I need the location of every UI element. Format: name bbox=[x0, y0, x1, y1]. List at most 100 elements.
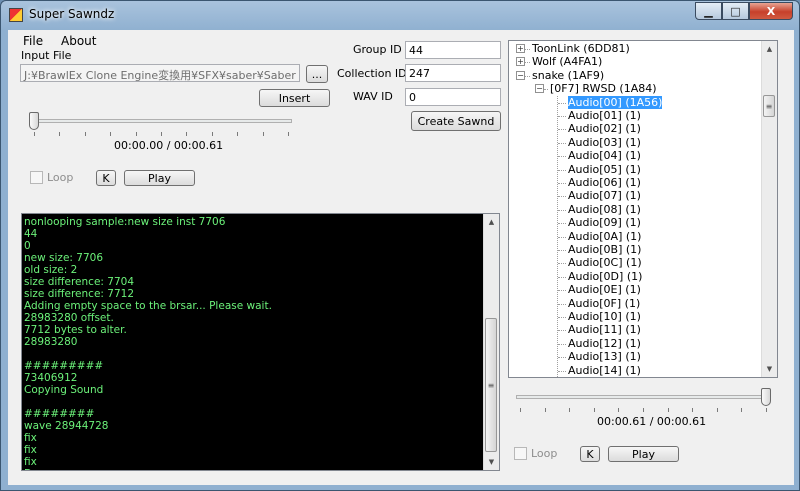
tree-audio-item[interactable]: Audio[0C] (1) bbox=[568, 256, 642, 269]
console-line: ######## bbox=[24, 408, 95, 420]
console-scroll-thumb[interactable]: ≡ bbox=[485, 318, 497, 452]
tree-connector bbox=[558, 156, 566, 158]
window-controls: ▁ □ X bbox=[695, 2, 793, 20]
console-line: 7712 bytes to alter. bbox=[24, 324, 127, 336]
tree-node[interactable]: snake (1AF9) bbox=[532, 69, 604, 82]
input-file-label: Input File bbox=[21, 49, 72, 62]
tree-audio-item[interactable]: Audio[00] (1A56) bbox=[566, 94, 664, 110]
slider-tick bbox=[84, 132, 86, 136]
menu-about[interactable]: About bbox=[61, 34, 96, 48]
tree-audio-item[interactable]: Audio[07] (1) bbox=[568, 189, 641, 202]
tree-audio-item[interactable]: Audio[06] (1) bbox=[568, 176, 641, 189]
console-line: old size: 2 bbox=[24, 264, 78, 276]
tree-audio-item[interactable]: Audio[01] (1) bbox=[568, 109, 641, 122]
slider-tick bbox=[110, 132, 112, 136]
tree-audio-item[interactable]: Audio[0D] (1) bbox=[568, 270, 642, 283]
tree-audio-item[interactable]: Audio[14] (1) bbox=[568, 364, 641, 377]
tree-audio-item[interactable]: Audio[0A] (1) bbox=[568, 230, 641, 243]
input-file-path-field[interactable]: J:¥BrawlEx Clone Engine変換用¥SFX¥saber¥Sab… bbox=[20, 64, 300, 82]
collapse-icon[interactable]: − bbox=[516, 70, 525, 80]
insert-button[interactable]: Insert bbox=[259, 89, 330, 107]
tree-audio-item[interactable]: Audio[08] (1) bbox=[568, 203, 641, 216]
tree-audio-item[interactable]: Audio[0B] (1) bbox=[568, 243, 641, 256]
slider-tick bbox=[716, 408, 718, 412]
tree-node[interactable]: ToonLink (6DD81) bbox=[532, 42, 630, 55]
left-rewind-button[interactable]: K bbox=[96, 170, 116, 186]
tree-audio-item[interactable]: Audio[10] (1) bbox=[568, 310, 641, 323]
tree-connector bbox=[558, 102, 566, 104]
tree-connector bbox=[525, 75, 530, 77]
tree-connector bbox=[544, 89, 548, 91]
tree-scroll-down-arrow-icon[interactable]: ▼ bbox=[762, 361, 777, 377]
browse-button[interactable]: ... bbox=[306, 65, 328, 83]
collapse-icon[interactable]: − bbox=[535, 84, 544, 94]
wav-id-label: WAV ID bbox=[353, 90, 393, 103]
tree-connector bbox=[558, 263, 566, 265]
right-loop-label: Loop bbox=[531, 447, 558, 460]
group-id-field[interactable]: 44 bbox=[405, 41, 501, 59]
tree-scrollbar[interactable]: ▲ ≡ ▼ bbox=[761, 41, 777, 377]
tree-connector bbox=[525, 62, 530, 64]
slider-tick bbox=[618, 408, 620, 412]
tree-node-rwsd[interactable]: [0F7] RWSD (1A84) bbox=[550, 82, 657, 95]
right-play-button[interactable]: Play bbox=[608, 446, 679, 462]
expand-icon[interactable]: + bbox=[516, 44, 525, 53]
console-line: 73406912 bbox=[24, 372, 78, 384]
console-line: 28983280 offset. bbox=[24, 312, 114, 324]
close-button[interactable]: X bbox=[749, 2, 793, 20]
slider-tick bbox=[59, 132, 61, 136]
tree-scroll-thumb[interactable]: ≡ bbox=[763, 95, 775, 117]
right-seek-slider[interactable] bbox=[761, 388, 771, 406]
tree-connector bbox=[558, 303, 566, 305]
tree-audio-item[interactable]: Audio[0F] (1) bbox=[568, 297, 640, 310]
console-scrollbar[interactable]: ▲ ≡ ▼ bbox=[483, 214, 499, 470]
left-loop-checkbox[interactable] bbox=[30, 171, 43, 184]
tree-audio-item[interactable]: Audio[03] (1) bbox=[568, 136, 641, 149]
slider-tick bbox=[643, 408, 644, 412]
tree-connector bbox=[558, 183, 566, 184]
expand-icon[interactable]: + bbox=[516, 57, 525, 67]
right-loop-checkbox[interactable] bbox=[514, 447, 527, 460]
tree-audio-item[interactable]: Audio[02] (1) bbox=[568, 122, 641, 135]
left-play-button[interactable]: Play bbox=[124, 170, 195, 186]
right-seek-track bbox=[516, 395, 770, 399]
slider-tick bbox=[211, 132, 213, 136]
tree-audio-item[interactable]: Audio[09] (1) bbox=[568, 216, 641, 229]
window-title: Super Sawndz bbox=[29, 7, 115, 21]
maximize-button[interactable]: □ bbox=[722, 2, 749, 20]
slider-tick bbox=[544, 408, 546, 412]
tree-connector bbox=[558, 142, 566, 144]
tree-audio-item[interactable]: Audio[04] (1) bbox=[568, 149, 641, 162]
tree-connector bbox=[558, 236, 566, 238]
scroll-up-arrow-icon[interactable]: ▲ bbox=[484, 214, 499, 230]
minimize-button[interactable]: ▁ bbox=[695, 2, 722, 20]
create-sawnd-button[interactable]: Create Sawnd bbox=[411, 111, 501, 131]
slider-tick bbox=[520, 408, 521, 412]
slider-tick bbox=[161, 132, 162, 136]
tree-connector bbox=[558, 357, 566, 359]
console-line: 44 bbox=[24, 228, 38, 240]
tree-audio-item[interactable]: Audio[05] (1) bbox=[568, 163, 641, 176]
tree-node[interactable]: Wolf (A4FA1) bbox=[532, 55, 602, 68]
tree-audio-item[interactable]: Audio[11] (1) bbox=[568, 323, 641, 336]
collection-id-field[interactable]: 247 bbox=[405, 64, 501, 82]
console-line: 28983280 bbox=[24, 336, 78, 348]
output-console[interactable]: nonlooping sample:new size inst 7706 44 0 n… bbox=[21, 213, 500, 471]
tree-scroll-up-arrow-icon[interactable]: ▲ bbox=[762, 41, 777, 57]
console-line: wave 28944728 bbox=[24, 420, 109, 432]
right-rewind-button[interactable]: K bbox=[580, 446, 600, 462]
slider-tick bbox=[34, 132, 35, 136]
sound-tree[interactable]: + ToonLink (6DD81) + Wolf (A4FA1) − snake (1A… bbox=[508, 40, 778, 378]
tree-audio-item[interactable]: Audio[0E] (1) bbox=[568, 283, 641, 296]
title-bar[interactable]: Super Sawndz ▁ □ X bbox=[1, 1, 799, 29]
scroll-down-arrow-icon[interactable]: ▼ bbox=[484, 454, 499, 470]
tree-connector bbox=[558, 223, 566, 225]
wav-id-field[interactable]: 0 bbox=[405, 88, 501, 106]
tree-audio-item[interactable]: Audio[13] (1) bbox=[568, 350, 641, 363]
main-window: Super Sawndz ▁ □ X File About Input File… bbox=[0, 0, 800, 491]
tree-connector bbox=[558, 169, 566, 171]
left-seek-slider[interactable] bbox=[29, 112, 39, 130]
menu-file[interactable]: File bbox=[23, 34, 43, 48]
console-line: fix bbox=[24, 444, 37, 456]
tree-audio-item[interactable]: Audio[12] (1) bbox=[568, 337, 641, 350]
